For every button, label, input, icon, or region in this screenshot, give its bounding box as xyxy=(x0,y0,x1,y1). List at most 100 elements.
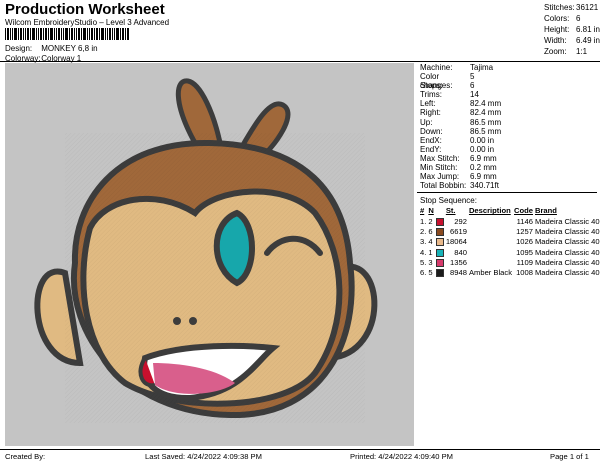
row-needle: 4 xyxy=(428,237,433,247)
color-swatch xyxy=(435,248,444,257)
row-needle: 3 xyxy=(428,257,433,267)
barcode xyxy=(5,28,129,40)
table-row: 3. 4 18064 1026 Madeira Classic 40 xyxy=(419,237,600,247)
table-row: 2. 6 6619 1257 Madeira Classic 40 xyxy=(419,227,600,237)
row-swatch xyxy=(435,268,445,278)
row-description: Amber Black xyxy=(468,268,512,278)
row-index: 6. xyxy=(420,268,427,278)
stop-sequence-table: # N St. Description Code Brand 1. 2 292 114… xyxy=(419,206,600,278)
row-brand: Madeira Classic 40 xyxy=(534,226,600,236)
page-number: Page 1 of 1 xyxy=(550,452,589,461)
row-stitches: 840 xyxy=(454,247,467,257)
design-row: Design: MONKEY 6,8 in xyxy=(5,44,98,53)
stop-sequence-title: Stop Sequence: xyxy=(420,196,477,206)
stat-colors: Colors: 6 xyxy=(544,14,581,23)
row-index: 2. xyxy=(420,226,427,236)
monkey-embroidery-image xyxy=(34,78,378,423)
stat-height: Height: 6.81 in xyxy=(544,25,600,34)
table-row: 5. 3 1356 1109 Madeira Classic 40 xyxy=(419,258,600,268)
row-brand: Madeira Classic 40 xyxy=(534,268,600,278)
worksheet-title: Production Worksheet xyxy=(5,1,165,18)
row-brand: Madeira Classic 40 xyxy=(534,247,600,257)
col-description: Description xyxy=(468,206,511,216)
max-stitch-row: Max Stitch: 6.9 mm xyxy=(420,153,497,163)
table-row: 4. 1 840 1095 Madeira Classic 40 xyxy=(419,248,600,258)
row-stitches: 8948 xyxy=(450,268,467,278)
stat-width: Width: 6.49 in xyxy=(544,36,600,45)
row-stitches: 1356 xyxy=(450,257,467,267)
trims-row: Trims: 14 xyxy=(420,90,479,100)
created-by: Created By: xyxy=(5,452,46,461)
col-stitches: St. xyxy=(445,206,456,216)
row-description xyxy=(468,217,513,227)
left-row: Left: 82.4 mm xyxy=(420,99,502,109)
color-swatch xyxy=(435,269,444,278)
printed-date: Printed: 4/24/2022 4:09:40 PM xyxy=(350,452,454,461)
row-description xyxy=(468,248,513,258)
row-needle: 2 xyxy=(428,216,433,226)
row-brand: Madeira Classic 40 xyxy=(534,257,600,267)
endy-row: EndY: 0.00 in xyxy=(420,144,495,154)
color-swatch xyxy=(435,258,444,267)
row-swatch xyxy=(435,258,445,268)
row-index: 4. xyxy=(420,247,427,257)
down-row: Down: 86.5 mm xyxy=(420,126,502,136)
row-stitches: 18064 xyxy=(445,237,467,247)
design-stats: Stitches: 36121 Colors: 6 Height: 6.81 in W… xyxy=(544,2,600,57)
design-preview xyxy=(5,63,414,446)
color-swatch xyxy=(435,238,444,247)
row-needle: 1 xyxy=(428,247,433,257)
total-bobbin-row: Total Bobbin: 340.71ft xyxy=(420,181,499,191)
last-saved: Last Saved: 4/24/2022 4:09:38 PM xyxy=(145,452,262,461)
row-brand: Madeira Classic 40 xyxy=(534,237,600,247)
footer-divider xyxy=(0,449,600,450)
row-swatch xyxy=(435,248,445,258)
row-needle: 5 xyxy=(428,268,433,278)
color-changes-row: Color changes: 5 xyxy=(420,72,475,91)
design-label: Design: xyxy=(5,44,33,53)
row-brand: Madeira Classic 40 xyxy=(534,216,600,226)
color-swatch xyxy=(435,217,444,226)
row-swatch xyxy=(435,227,445,237)
row-needle: 6 xyxy=(428,226,433,236)
machine-row: Machine: Tajima xyxy=(420,63,494,72)
row-swatch xyxy=(435,217,445,227)
max-jump-row: Max Jump: 6.9 mm xyxy=(420,172,497,182)
stops-row: Stops: 6 xyxy=(420,81,475,91)
machine-info-panel: Machine: Tajima Color changes: 5 Stops: 6 T… xyxy=(417,63,600,278)
row-index: 3. xyxy=(420,237,427,247)
min-stitch-row: Min Stitch: 0.2 mm xyxy=(420,163,497,173)
sequence-divider xyxy=(417,192,597,194)
col-code: Code xyxy=(514,206,533,216)
table-row: 6. 5 8948 Amber Black 1008 Madeira Classic 40 xyxy=(419,268,600,278)
color-swatch xyxy=(435,227,444,236)
row-swatch xyxy=(435,237,445,247)
right-row: Right: 82.4 mm xyxy=(420,108,502,118)
header-divider xyxy=(0,61,600,62)
col-index: # xyxy=(420,206,425,216)
row-description xyxy=(468,227,513,237)
row-index: 1. xyxy=(420,216,427,226)
row-code: 1109 xyxy=(516,257,533,267)
col-swatch xyxy=(435,206,445,216)
software-name: Wilcom EmbroideryStudio – Level 3 Advanc… xyxy=(5,18,170,27)
col-brand: Brand xyxy=(534,206,557,216)
row-stitches: 6619 xyxy=(450,226,467,236)
stat-zoom: Zoom: 1:1 xyxy=(544,47,588,56)
row-stitches: 292 xyxy=(454,216,467,226)
row-description xyxy=(468,237,513,247)
up-row: Up: 86.5 mm xyxy=(420,117,502,127)
row-code: 1095 xyxy=(516,247,533,257)
row-index: 5. xyxy=(420,257,427,267)
table-row: 1. 2 292 1146 Madeira Classic 40 xyxy=(419,217,600,227)
row-description xyxy=(468,258,513,268)
row-code: 1026 xyxy=(516,237,533,247)
row-code: 1257 xyxy=(516,226,533,236)
row-code: 1008 xyxy=(516,268,533,278)
col-needle: N xyxy=(428,206,434,216)
design-value: MONKEY 6,8 in xyxy=(41,44,98,53)
endx-row: EndX: 0.00 in xyxy=(420,135,495,145)
row-code: 1146 xyxy=(516,216,533,226)
table-header-row: # N St. Description Code Brand xyxy=(419,206,600,216)
stat-stitches: Stitches: 36121 xyxy=(544,3,599,12)
